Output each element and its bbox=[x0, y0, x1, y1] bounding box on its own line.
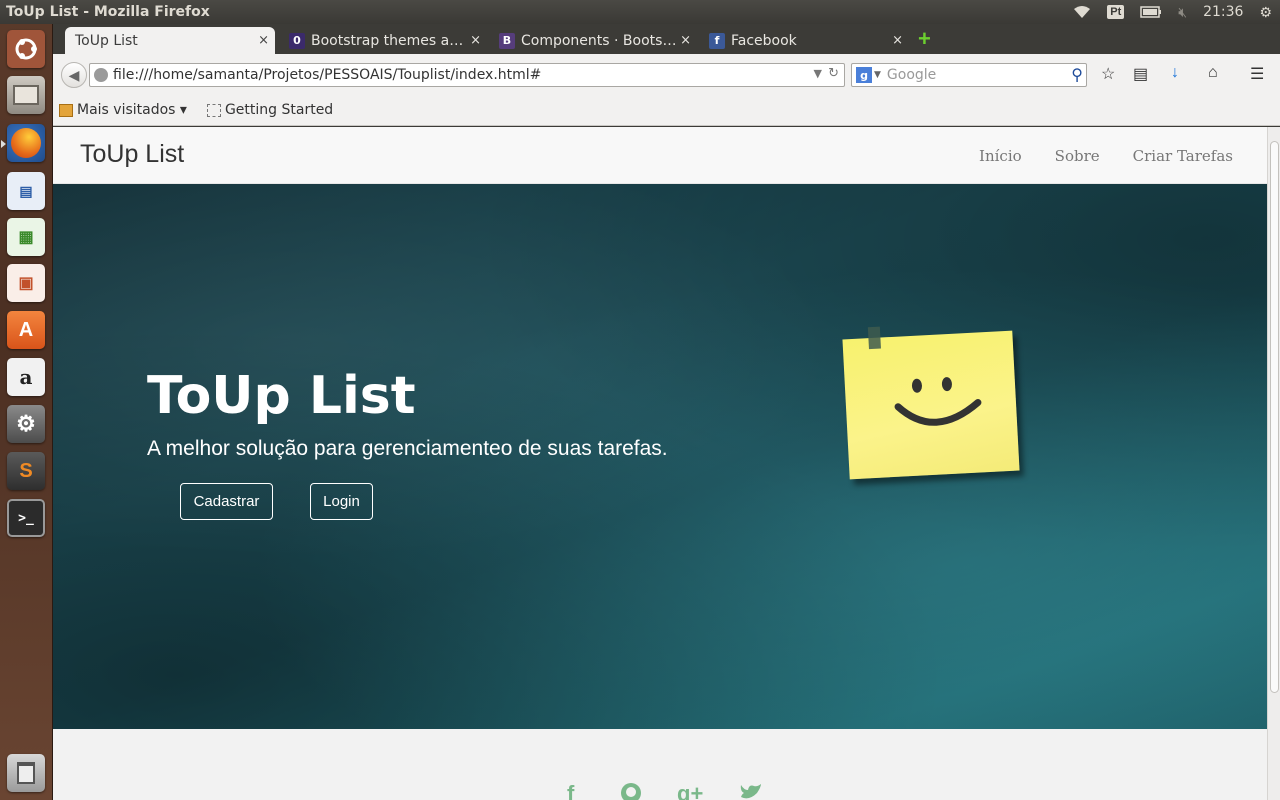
browser-tab-bar: ToUp List × 0 Bootstrap themes a… × B Co… bbox=[53, 24, 1280, 54]
new-tab-plus-icon[interactable]: + bbox=[918, 28, 931, 50]
tab-bootstrap-components[interactable]: B Components · Boots… × bbox=[489, 27, 697, 54]
volume-muted-icon[interactable]: 🔇︎ bbox=[1178, 4, 1187, 21]
nav-link-sobre[interactable]: Sobre bbox=[1055, 147, 1100, 165]
back-arrow-icon[interactable]: ◀︎ bbox=[61, 62, 87, 88]
site-brand[interactable]: ToUp List bbox=[80, 140, 184, 169]
system-indicators: Pt 🔇︎ 21:36 ⚙︎ bbox=[1065, 0, 1280, 24]
bookmark-getting-started[interactable]: Getting Started bbox=[206, 102, 334, 118]
search-engine-dropdown-icon[interactable]: ▼ bbox=[874, 70, 881, 80]
browser-nav-toolbar: ◀︎ file:///home/samanta/Projetos/PESSOAI… bbox=[53, 54, 1280, 95]
hero-subtitle: A melhor solução para gerenciamenteo de … bbox=[147, 437, 668, 460]
search-placeholder: Google bbox=[886, 67, 937, 83]
url-text: file:///home/samanta/Projetos/PESSOAIS/T… bbox=[113, 67, 542, 83]
menu-hamburger-icon[interactable]: ☰ bbox=[1250, 64, 1264, 84]
bookmark-label: Getting Started bbox=[224, 102, 334, 118]
close-tab-icon[interactable]: × bbox=[680, 33, 691, 48]
tab-label: ToUp List bbox=[75, 32, 138, 49]
reload-icon[interactable]: ↻ bbox=[828, 66, 839, 81]
battery-icon[interactable] bbox=[1140, 6, 1162, 18]
page-icon bbox=[206, 103, 221, 117]
bookmark-most-visited[interactable]: Mais visitados ▾ bbox=[59, 102, 187, 118]
keyboard-layout-indicator[interactable]: Pt bbox=[1107, 5, 1125, 19]
url-bar[interactable]: file:///home/samanta/Projetos/PESSOAIS/T… bbox=[89, 63, 845, 87]
settings-gear-icon[interactable]: ⚙︎ bbox=[1259, 4, 1272, 21]
search-magnifier-icon[interactable]: ⚲ bbox=[1071, 65, 1083, 84]
terminal-icon[interactable]: >_ bbox=[7, 499, 45, 537]
close-tab-icon[interactable]: × bbox=[892, 33, 903, 48]
trash-icon[interactable] bbox=[7, 754, 45, 792]
tab-bootstrap-themes[interactable]: 0 Bootstrap themes a… × bbox=[279, 27, 487, 54]
running-app-pip bbox=[1, 140, 6, 148]
register-button[interactable]: Cadastrar bbox=[180, 483, 273, 520]
site-nav-links: Início Sobre Criar Tarefas bbox=[946, 147, 1233, 165]
bookmarks-toolbar: Mais visitados ▾ Getting Started bbox=[53, 95, 1280, 126]
unity-launcher: ▤ ▦ ▣ A a ⚙︎ S >_ bbox=[0, 24, 53, 800]
bookmark-star-icon[interactable]: ☆ bbox=[1101, 64, 1115, 84]
scrollbar-thumb[interactable] bbox=[1270, 141, 1279, 693]
tab-facebook[interactable]: f Facebook × bbox=[699, 27, 909, 54]
google-engine-icon[interactable]: g bbox=[856, 67, 872, 83]
twitter-icon[interactable] bbox=[739, 781, 763, 800]
system-settings-icon[interactable]: ⚙︎ bbox=[7, 405, 45, 443]
keyboard-layout-badge: Pt bbox=[1107, 5, 1125, 19]
window-title: ToUp List - Mozilla Firefox bbox=[6, 4, 210, 20]
sublime-text-icon[interactable]: S bbox=[7, 452, 45, 490]
site-footer: f g+ bbox=[53, 729, 1267, 800]
tab-label: Facebook bbox=[731, 32, 797, 49]
top-panel: ToUp List - Mozilla Firefox Pt 🔇︎ 21:36 … bbox=[0, 0, 1280, 24]
amazon-icon[interactable]: a bbox=[7, 358, 45, 396]
tab-favicon-icon: f bbox=[709, 32, 725, 49]
software-center-icon[interactable]: A bbox=[7, 311, 45, 349]
libreoffice-writer-icon[interactable]: ▤ bbox=[7, 172, 45, 210]
clock[interactable]: 21:36 bbox=[1203, 4, 1243, 20]
nav-link-criar-tarefas[interactable]: Criar Tarefas bbox=[1133, 147, 1233, 165]
login-button[interactable]: Login bbox=[310, 483, 373, 520]
hero-title: ToUp List bbox=[147, 366, 416, 426]
files-icon[interactable] bbox=[7, 76, 45, 114]
libreoffice-impress-icon[interactable]: ▣ bbox=[7, 264, 45, 302]
url-history-dropdown-icon[interactable]: ▼ bbox=[814, 67, 822, 80]
folder-icon bbox=[59, 103, 73, 117]
libreoffice-calc-icon[interactable]: ▦ bbox=[7, 218, 45, 256]
github-icon[interactable] bbox=[619, 781, 643, 800]
smiley-face-icon bbox=[894, 377, 982, 426]
facebook-icon[interactable]: f bbox=[567, 781, 574, 800]
firefox-icon[interactable] bbox=[7, 124, 45, 162]
page-viewport: ToUp List Início Sobre Criar Tarefas ToU… bbox=[53, 127, 1267, 800]
hero-section: ToUp List A melhor solução para gerencia… bbox=[53, 184, 1267, 729]
ubuntu-dash-icon[interactable] bbox=[7, 30, 45, 68]
tab-favicon-icon: B bbox=[499, 32, 515, 49]
site-navbar: ToUp List Início Sobre Criar Tarefas bbox=[53, 127, 1267, 184]
page-scrollbar[interactable] bbox=[1267, 127, 1280, 800]
bookmarks-menu-icon[interactable]: ▤ bbox=[1133, 64, 1148, 84]
tab-favicon-icon: 0 bbox=[289, 32, 305, 49]
sticky-note-tape bbox=[867, 326, 881, 350]
tab-toup-list[interactable]: ToUp List × bbox=[65, 27, 275, 54]
tab-label: Bootstrap themes a… bbox=[311, 32, 464, 49]
search-bar[interactable]: g ▼ Google ⚲ bbox=[851, 63, 1087, 87]
smiley-sticky-note-image bbox=[842, 326, 1020, 480]
globe-icon bbox=[94, 68, 108, 82]
home-icon[interactable]: ⌂ bbox=[1208, 64, 1218, 82]
bookmark-label: Mais visitados ▾ bbox=[77, 102, 187, 118]
downloads-arrow-icon[interactable]: ↓ bbox=[1171, 64, 1179, 82]
nav-link-inicio[interactable]: Início bbox=[979, 147, 1022, 165]
close-tab-icon[interactable]: × bbox=[258, 33, 269, 48]
close-tab-icon[interactable]: × bbox=[470, 33, 481, 48]
google-plus-icon[interactable]: g+ bbox=[677, 781, 703, 800]
wifi-icon[interactable] bbox=[1073, 5, 1091, 19]
tab-label: Components · Boots… bbox=[521, 32, 677, 49]
